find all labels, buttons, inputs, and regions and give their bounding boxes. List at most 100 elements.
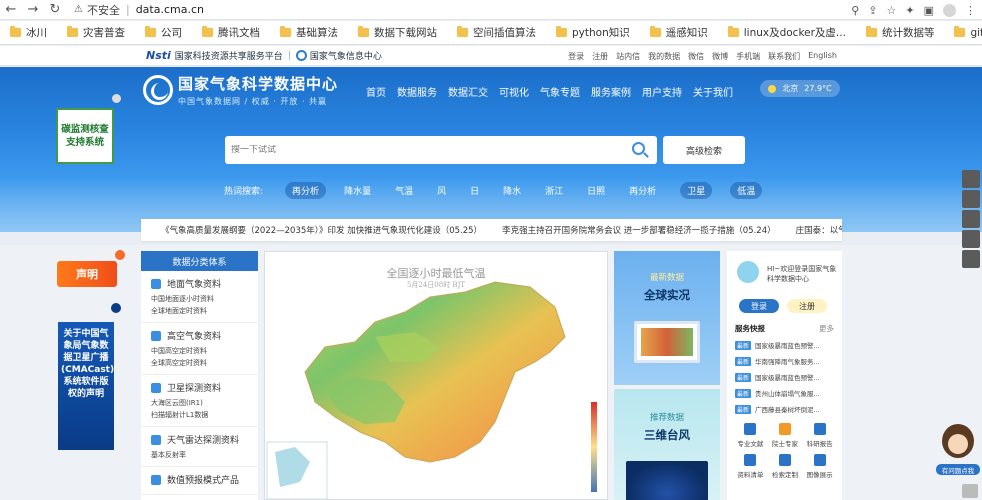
hot-keyword[interactable]: 再分析 [285, 182, 327, 199]
hot-keyword[interactable]: 浙江 [545, 184, 563, 197]
statement-close-icon[interactable] [115, 250, 125, 260]
util-link[interactable]: English [808, 51, 837, 62]
service-item[interactable]: 最新 国家级暴雨蓝色预警... [735, 369, 835, 385]
util-link[interactable]: 站内信 [616, 51, 640, 62]
hot-keyword[interactable]: 卫星 [680, 182, 713, 199]
util-link[interactable]: 我的数据 [648, 51, 680, 62]
assistant-widget[interactable]: 有问题点我 [936, 420, 980, 476]
site-logo[interactable]: 国家气象科学数据中心 中国气象数据网 / 权威 · 开放 · 共赢 [143, 73, 338, 107]
advanced-search-button[interactable]: 高级检索 [663, 136, 745, 164]
bookmark-item[interactable]: python知识 [556, 25, 630, 40]
hot-keyword[interactable]: 日照 [587, 184, 605, 197]
bookmark-item[interactable]: git [954, 26, 982, 39]
util-link[interactable]: 手机端 [736, 51, 760, 62]
zoom-icon[interactable]: ⚲ [851, 4, 859, 17]
tool-item[interactable]: 检索定制 [768, 454, 803, 479]
scroll-top-icon[interactable] [962, 484, 978, 498]
reload-icon[interactable]: ↻ [44, 0, 66, 20]
category-sub-link[interactable]: 全球高空定时资料 [151, 357, 250, 369]
typhoon-3d-card[interactable]: 推荐数据 三维台风 [614, 389, 720, 500]
news-item[interactable]: 《气象高质量发展纲要（2022—2035年）》印发 加快推进气象现代化建设（05… [161, 224, 482, 236]
statement-banner[interactable]: 声明 [57, 261, 117, 287]
category-name[interactable]: 数值预报模式产品 [151, 473, 250, 486]
hot-keyword[interactable]: 气温 [395, 184, 413, 197]
heart-icon[interactable] [962, 210, 980, 228]
profile-avatar[interactable] [943, 3, 956, 17]
tool-item[interactable]: 资料清单 [733, 454, 768, 479]
tool-item[interactable]: 科研报告 [802, 423, 837, 448]
service-item[interactable]: 最新 国家级暴雨蓝色预警... [735, 337, 835, 353]
bookmark-item[interactable]: 冰川 [10, 25, 47, 40]
bookmark-item[interactable]: 数据下载网站 [358, 25, 437, 40]
partner-link-2[interactable]: 国家气象信息中心 [310, 49, 382, 62]
nav-item[interactable]: 首页 [366, 84, 386, 99]
util-link[interactable]: 登录 [568, 51, 584, 62]
tool-item[interactable]: 专业文献 [733, 423, 768, 448]
share-icon[interactable]: ⇪ [868, 4, 877, 17]
util-link[interactable]: 微博 [712, 51, 728, 62]
hot-keyword[interactable]: 日 [470, 184, 479, 197]
category-sub-link[interactable]: 全球地面定时资料 [151, 305, 250, 317]
category-name[interactable]: 天气雷达探测资料 [151, 433, 250, 446]
hot-keyword[interactable]: 风 [437, 184, 446, 197]
hot-keyword[interactable]: 再分析 [629, 184, 656, 197]
bookmark-item[interactable]: linux及docker及虚... [727, 25, 846, 40]
category-sub-link[interactable]: 中国高空定时资料 [151, 345, 250, 357]
notes-icon[interactable] [962, 170, 980, 188]
hot-keyword[interactable]: 降水量 [344, 184, 371, 197]
tool-item[interactable]: 院士专家 [768, 423, 803, 448]
service-item[interactable]: 最新 广西藤县秦树坏倒泥... [735, 401, 835, 417]
carbon-close-icon[interactable] [112, 94, 121, 103]
hot-keyword[interactable]: 降水 [503, 184, 521, 197]
partner-link-1[interactable]: 国家科技资源共享服务平台 [175, 49, 283, 62]
nav-item[interactable]: 用户支持 [642, 84, 682, 99]
login-button[interactable]: 登录 [739, 299, 779, 313]
news-item[interactable]: 李克强主持召开国务院常务会议 进一步部署稳经济一揽子措施（05.24） [502, 224, 776, 236]
hot-keyword[interactable]: 低温 [730, 182, 763, 199]
tool-item[interactable]: 图像展示 [802, 454, 837, 479]
util-link[interactable]: 注册 [592, 51, 608, 62]
weather-widget[interactable]: 北京 27.9°C [760, 80, 840, 97]
nav-item[interactable]: 气象专题 [540, 84, 580, 99]
util-link[interactable]: 微信 [688, 51, 704, 62]
category-sub-link[interactable]: 扫描辐射计L1数据 [151, 409, 250, 421]
url-text[interactable]: data.cma.cn [136, 3, 204, 16]
menu-icon[interactable]: ⋮ [965, 4, 976, 17]
services-more-link[interactable]: 更多 [819, 323, 834, 334]
message-icon[interactable] [962, 190, 980, 208]
bookmark-item[interactable]: 基础算法 [280, 25, 338, 40]
cmacast-close-icon[interactable] [111, 303, 121, 313]
nav-item[interactable]: 数据汇交 [448, 84, 488, 99]
user-icon[interactable] [962, 230, 980, 248]
forward-icon[interactable]: → [22, 0, 44, 20]
service-icon[interactable] [962, 250, 980, 268]
bookmark-item[interactable]: 空间插值算法 [457, 25, 536, 40]
search-icon[interactable] [632, 142, 645, 155]
category-name[interactable]: 卫星探测资料 [151, 381, 250, 394]
temperature-map[interactable]: 全国逐小时最低气温 5月24日08时 BJT [264, 251, 608, 500]
category-sub-link[interactable]: 中国地面逐小时资料 [151, 293, 250, 305]
category-sub-link[interactable]: 大海区云图(IR1) [151, 397, 250, 409]
service-item[interactable]: 最新 华南强降雨气象服务... [735, 353, 835, 369]
bookmark-item[interactable]: 统计数据等 [865, 25, 934, 40]
bookmark-item[interactable]: 灾害普查 [67, 25, 125, 40]
cmacast-banner[interactable]: 关于中国气象局气象数据卫星广播(CMACast)系统软件版权的声明 [58, 322, 114, 450]
bookmark-item[interactable]: 腾讯文档 [202, 25, 260, 40]
nsti-logo[interactable]: Nsti [146, 49, 171, 62]
util-link[interactable]: 联系我们 [768, 51, 800, 62]
nav-item[interactable]: 关于我们 [693, 84, 733, 99]
sidebar-toggle-icon[interactable]: ▣ [924, 4, 934, 17]
address-bar[interactable]: ⚠ 不安全 | data.cma.cn [74, 2, 204, 18]
nav-item[interactable]: 可视化 [499, 84, 529, 99]
nav-item[interactable]: 数据服务 [397, 84, 437, 99]
category-sub-link[interactable]: 基本反射率 [151, 449, 250, 461]
bookmark-item[interactable]: 公司 [145, 25, 182, 40]
extension-icon[interactable]: ✦ [905, 4, 914, 17]
star-icon[interactable]: ☆ [887, 4, 897, 17]
category-name[interactable]: 高空气象资料 [151, 329, 250, 342]
search-input[interactable] [231, 145, 611, 155]
category-name[interactable]: 地面气象资料 [151, 277, 250, 290]
back-icon[interactable]: ← [0, 0, 22, 20]
bookmark-item[interactable]: 遥感知识 [649, 25, 708, 40]
carbon-monitoring-banner[interactable]: 碳监测核查 支持系统 [56, 108, 114, 164]
